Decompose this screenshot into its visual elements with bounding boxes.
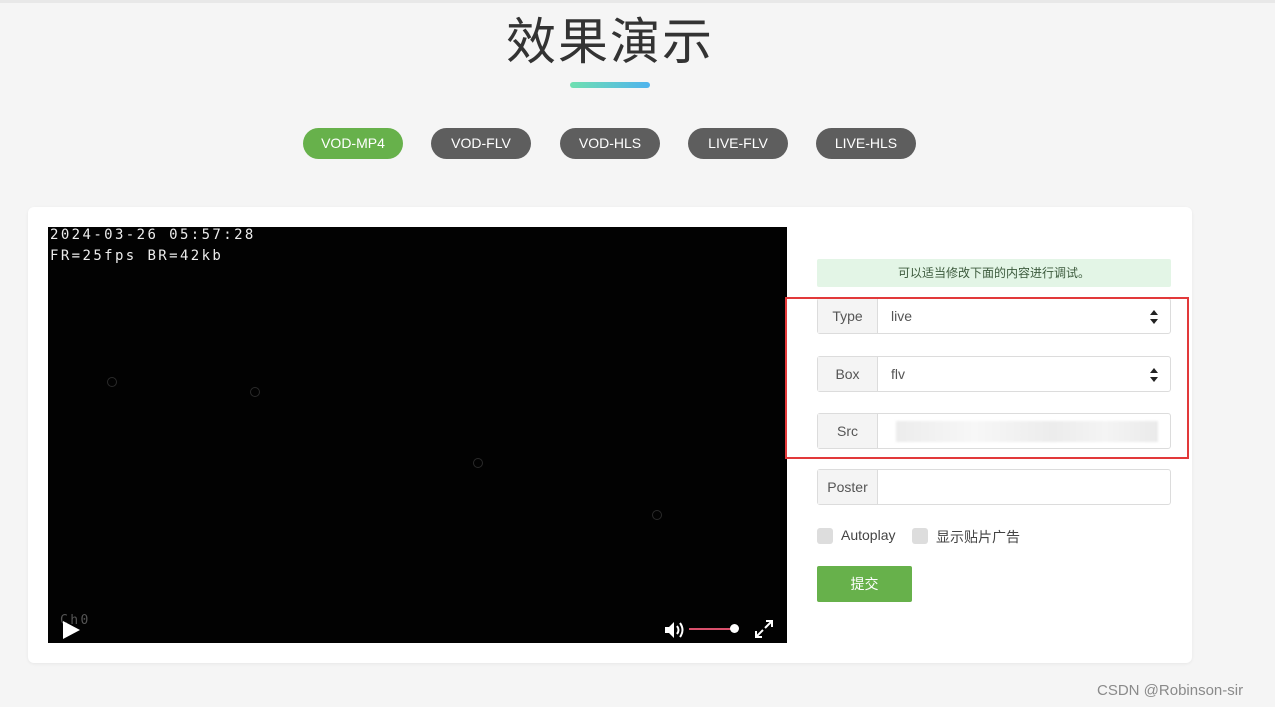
ads-label: 显示贴片广告: [936, 529, 1020, 545]
demo-tabs: VOD-MP4 VOD-FLV VOD-HLS LIVE-FLV LIVE-HL…: [303, 128, 943, 160]
tab-live-hls[interactable]: LIVE-HLS: [816, 128, 916, 159]
volume-slider[interactable]: [689, 628, 735, 630]
autoplay-checkbox[interactable]: [817, 528, 833, 544]
type-label: Type: [818, 299, 878, 333]
type-select[interactable]: Type live: [817, 298, 1171, 334]
box-value: flv: [891, 366, 905, 382]
play-icon[interactable]: [60, 619, 82, 641]
debug-tip: 可以适当修改下面的内容进行调试。: [817, 259, 1171, 287]
video-noise-dot: [652, 510, 662, 520]
video-noise-dot: [250, 387, 260, 397]
tab-live-flv[interactable]: LIVE-FLV: [688, 128, 788, 159]
ads-checkbox[interactable]: [912, 528, 928, 544]
submit-button[interactable]: 提交: [817, 566, 912, 602]
osd-stats: FR=25fps BR=42kb: [50, 248, 224, 264]
watermark: CSDN @Robinson-sir: [1097, 682, 1244, 699]
src-label: Src: [818, 414, 878, 448]
title-underline: [570, 82, 650, 88]
osd-timestamp: 2024-03-26 05:57:28: [50, 227, 256, 243]
tab-vod-mp4[interactable]: VOD-MP4: [303, 128, 403, 159]
type-value: live: [891, 308, 913, 324]
fullscreen-icon[interactable]: [754, 619, 774, 639]
tab-vod-flv[interactable]: VOD-FLV: [431, 128, 531, 159]
volume-slider-handle[interactable]: [730, 624, 739, 633]
autoplay-label: Autoplay: [841, 527, 896, 543]
page-title: 效果演示: [506, 13, 714, 71]
page: 效果演示 VOD-MP4 VOD-FLV VOD-HLS LIVE-FLV LI…: [0, 0, 1275, 707]
src-input[interactable]: Src: [817, 413, 1171, 449]
redacted-url: [896, 421, 1158, 442]
select-arrows-icon: [1150, 368, 1158, 382]
box-select[interactable]: Box flv: [817, 356, 1171, 392]
video-noise-dot: [107, 377, 117, 387]
tab-vod-hls[interactable]: VOD-HLS: [560, 128, 660, 159]
video-player[interactable]: 2024-03-26 05:57:28 FR=25fps BR=42kb Ch0: [48, 227, 787, 643]
poster-input[interactable]: Poster: [817, 469, 1171, 505]
poster-label: Poster: [818, 470, 878, 504]
video-noise-dot: [473, 458, 483, 468]
select-arrows-icon: [1150, 310, 1158, 324]
volume-icon[interactable]: [664, 620, 686, 640]
box-label: Box: [818, 357, 878, 391]
